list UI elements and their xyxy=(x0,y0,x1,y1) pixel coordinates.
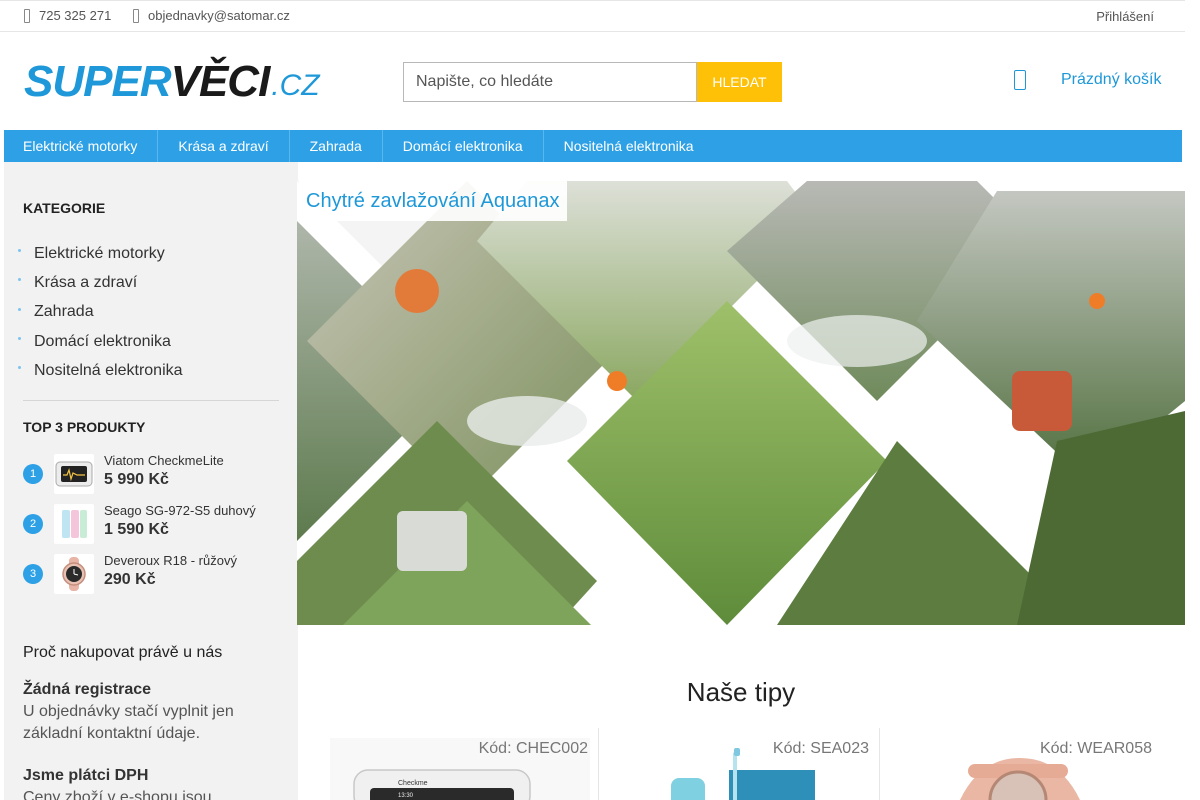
sidebar-divider xyxy=(23,400,279,401)
search-input[interactable] xyxy=(403,62,697,102)
bullet-icon xyxy=(18,366,21,370)
why-us-heading-registration: Žádná registrace xyxy=(23,681,152,698)
phone-contact[interactable]: 725 325 271 xyxy=(24,8,111,23)
top-product-3[interactable]: 3 Deveroux R18 - růžový 290 Kč xyxy=(23,553,281,595)
tip-product-seago[interactable]: Kód: SEA023 xyxy=(599,728,880,800)
email-contact[interactable]: objednavky@satomar.cz xyxy=(133,8,290,23)
category-item-electric-scooters[interactable]: Elektrické motorky xyxy=(18,239,183,268)
category-label: Zahrada xyxy=(34,303,94,321)
tip-product-deveroux[interactable]: Kód: WEAR058 xyxy=(880,728,1162,800)
product-image-checkme: Checkme 13:30 xyxy=(330,738,590,800)
category-item-garden[interactable]: Zahrada xyxy=(18,298,183,327)
product-price: 290 Kč xyxy=(104,571,156,588)
category-item-home-electronics[interactable]: Domácí elektronika xyxy=(18,327,183,356)
sidebar: Kategorie Elektrické motorky Krása a zdr… xyxy=(4,162,298,800)
nav-item-home-electronics[interactable]: Domácí elektronika xyxy=(383,130,544,162)
categories-title: Kategorie xyxy=(23,200,106,216)
tips-title: Naše tipy xyxy=(686,677,796,707)
cart-label: Prázdný košík xyxy=(1061,71,1162,88)
category-label: Nositelná elektronika xyxy=(34,361,183,379)
logo-part-super: SUPER xyxy=(24,57,172,106)
why-us-heading-vat: Jsme plátci DPH xyxy=(23,767,149,784)
product-thumbnail-deveroux xyxy=(54,554,94,594)
cart-link[interactable]: Prázdný košík xyxy=(1014,70,1161,90)
site-logo[interactable]: SUPER VĚCI .CZ xyxy=(24,58,320,104)
category-item-beauty-health[interactable]: Krása a zdraví xyxy=(18,268,183,297)
rank-badge: 1 xyxy=(23,464,43,484)
product-thumbnail-seago xyxy=(54,504,94,544)
category-list: Elektrické motorky Krása a zdraví Zahrad… xyxy=(18,239,183,385)
category-label: Krása a zdraví xyxy=(34,273,138,291)
top-product-1[interactable]: 1 Viatom CheckmeLite 5 990 Kč xyxy=(23,453,281,495)
email-address: objednavky@satomar.cz xyxy=(148,8,290,23)
bullet-icon xyxy=(18,337,21,341)
product-price: 1 590 Kč xyxy=(104,521,169,538)
product-name: Viatom CheckmeLite xyxy=(104,453,224,468)
product-code: Kód: CHEC002 xyxy=(478,740,588,757)
device-screen-time: 13:30 xyxy=(398,793,414,799)
login-link[interactable]: Přihlášení xyxy=(1096,9,1154,24)
logo-part-veci: VĚCI xyxy=(170,57,271,106)
tip-product-checkme[interactable]: Checkme 13:30 Kód: CHEC002 xyxy=(320,728,599,800)
top-products-title: TOP 3 produkty xyxy=(23,419,146,435)
bullet-icon xyxy=(18,278,21,282)
product-name: Seago SG-972-S5 duhový xyxy=(104,503,256,518)
rank-badge: 3 xyxy=(23,564,43,584)
category-label: Domácí elektronika xyxy=(34,332,171,350)
product-code: Kód: WEAR058 xyxy=(1039,740,1152,757)
nav-item-electric-scooters[interactable]: Elektrické motorky xyxy=(4,130,159,162)
why-us-title: Proč nakupovat právě u nás xyxy=(23,644,223,661)
category-label: Elektrické motorky xyxy=(34,244,165,262)
cart-icon xyxy=(1014,70,1026,90)
rank-badge: 2 xyxy=(23,514,43,534)
banner-image-irrigation xyxy=(297,181,1185,625)
product-image-seago xyxy=(671,748,815,800)
phone-number: 725 325 271 xyxy=(39,8,112,23)
logo-part-cz: .CZ xyxy=(271,69,320,102)
product-image-deveroux xyxy=(960,758,1080,800)
category-item-wearables[interactable]: Nositelná elektronika xyxy=(18,356,183,385)
email-icon xyxy=(133,8,139,23)
search-button[interactable]: Hledat xyxy=(697,62,782,102)
product-price: 5 990 Kč xyxy=(104,471,169,488)
main-navigation: Elektrické motorky Krása a zdraví Zahrad… xyxy=(4,130,1182,162)
phone-icon xyxy=(24,8,30,23)
product-thumbnail-checkme xyxy=(54,454,94,494)
nav-item-garden[interactable]: Zahrada xyxy=(290,130,383,162)
why-us-text-registration: U objednávky stačí vyplnit jen základní … xyxy=(23,703,234,742)
top-product-2[interactable]: 2 Seago SG-972-S5 duhový 1 590 Kč xyxy=(23,503,281,545)
bullet-icon xyxy=(18,249,21,253)
product-name: Deveroux R18 - růžový xyxy=(104,553,237,568)
promo-banner[interactable]: Chytré zavlažování Aquanax xyxy=(297,181,1185,625)
bullet-icon xyxy=(18,307,21,311)
top-bar: 725 325 271 objednavky@satomar.cz Přihlá… xyxy=(0,0,1185,32)
why-us-text-vat: Ceny zboží v e-shopu jsou xyxy=(23,789,212,800)
search-form: Hledat xyxy=(403,62,782,102)
device-brand-label: Checkme xyxy=(398,780,428,787)
product-code: Kód: SEA023 xyxy=(772,740,869,757)
banner-caption[interactable]: Chytré zavlažování Aquanax xyxy=(299,181,567,221)
nav-item-beauty-health[interactable]: Krása a zdraví xyxy=(158,130,290,162)
nav-item-wearables[interactable]: Nositelná elektronika xyxy=(544,130,714,162)
